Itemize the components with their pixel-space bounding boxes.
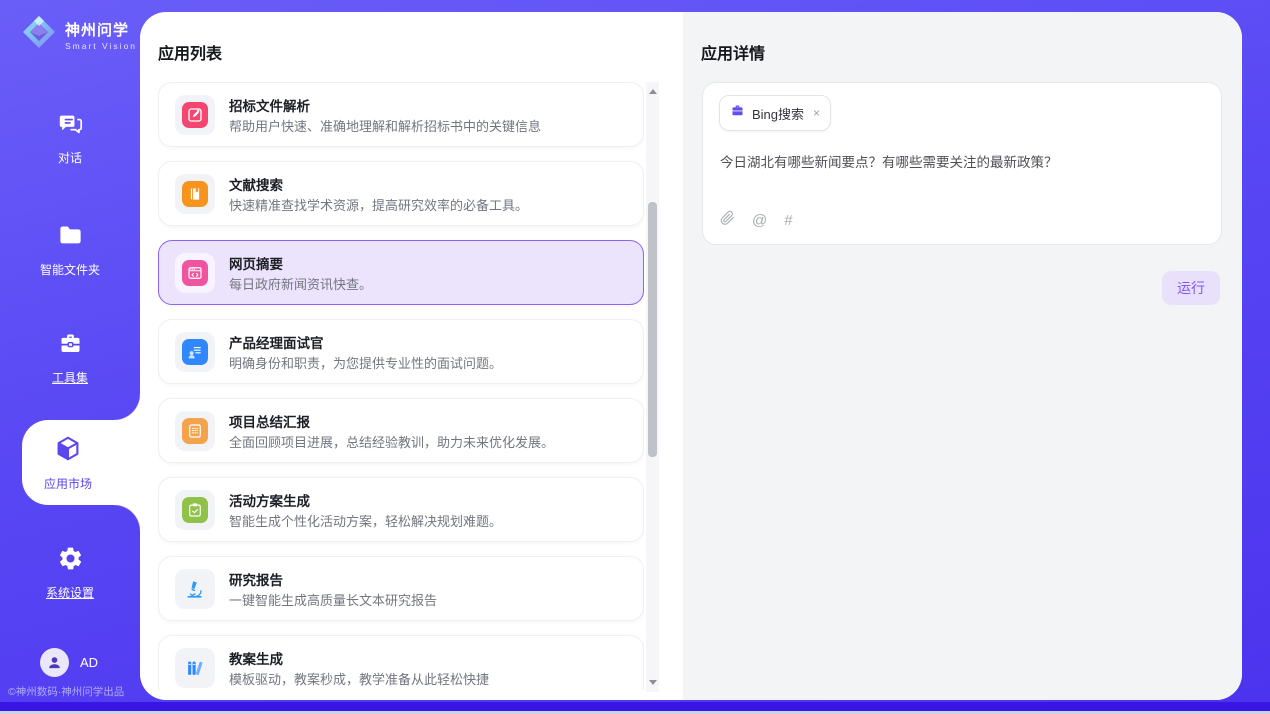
- app-card-tender-analysis[interactable]: 招标文件解析 帮助用户快速、准确地理解和解析招标书中的关键信息: [158, 82, 644, 147]
- app-card-title: 网页摘要: [229, 253, 283, 273]
- sidebar-item-toolset[interactable]: 工具集: [0, 330, 140, 386]
- paperclip-icon[interactable]: [720, 210, 735, 231]
- tool-tag-label: Bing搜索: [752, 104, 804, 123]
- sidebar-item-app-market[interactable]: 应用市场: [22, 420, 114, 505]
- hash-icon[interactable]: #: [784, 212, 792, 229]
- app-list-panel: 应用列表 招标文件解析 帮助用户快速、准确地理解和解析招标书中的关键信息: [140, 12, 683, 700]
- app-card-title: 项目总结汇报: [229, 411, 310, 431]
- scrollbar-thumb[interactable]: [648, 202, 657, 457]
- brand-name: 神州问学: [65, 19, 137, 40]
- query-text[interactable]: 今日湖北有哪些新闻要点？有哪些需要关注的最新政策？: [720, 153, 1200, 173]
- scroll-up-arrow[interactable]: [649, 89, 657, 94]
- pen-edit-icon: [175, 95, 215, 135]
- prompt-card: Bing搜索 × 今日湖北有哪些新闻要点？有哪些需要关注的最新政策？ @ #: [702, 82, 1222, 245]
- books-icon: [175, 648, 215, 688]
- gear-icon: [57, 545, 84, 577]
- app-card-research-report[interactable]: 研究报告 一键智能生成高质量长文本研究报告: [158, 556, 644, 621]
- app-card-desc: 明确身份和职责，为您提供专业性的面试问题。: [229, 353, 502, 372]
- app-list-title: 应用列表: [158, 40, 222, 64]
- sidebar-item-label: 系统设置: [46, 584, 94, 601]
- sidebar-item-chat[interactable]: 对话: [0, 110, 140, 166]
- sidebar-item-label: 智能文件夹: [40, 261, 100, 278]
- app-card-literature-search[interactable]: 文献搜索 快速精准查找学术资源，提高研究效率的必备工具。: [158, 161, 644, 226]
- copyright-text: ©神州数码·神州问学出品: [8, 684, 142, 699]
- sidebar-item-settings[interactable]: 系统设置: [0, 545, 140, 601]
- app-card-lesson-plan[interactable]: 教案生成 模板驱动，教案秒成，教学准备从此轻松快捷: [158, 635, 644, 690]
- at-mention-icon[interactable]: @: [752, 212, 767, 229]
- app-card-desc: 一键智能生成高质量长文本研究报告: [229, 590, 437, 609]
- tool-tag-bing-search[interactable]: Bing搜索 ×: [719, 95, 831, 131]
- main-content: 应用列表 招标文件解析 帮助用户快速、准确地理解和解析招标书中的关键信息: [140, 12, 1242, 700]
- app-detail-title: 应用详情: [701, 40, 765, 64]
- sidebar: 神州问学 Smart Vision 对话 智能文件夹: [0, 0, 140, 714]
- app-card-desc: 帮助用户快速、准确地理解和解析招标书中的关键信息: [229, 116, 541, 135]
- microscope-icon: [175, 569, 215, 609]
- app-card-title: 产品经理面试官: [229, 332, 324, 352]
- app-card-webpage-summary[interactable]: 网页摘要 每日政府新闻资讯快查。: [158, 240, 644, 305]
- run-button[interactable]: 运行: [1162, 271, 1220, 305]
- toolbox-icon: [57, 330, 84, 362]
- folder-icon: [57, 222, 84, 254]
- app-detail-panel: 应用详情 Bing搜索 × 今日湖北有哪些新闻要点？有哪些需要关注的最新政策？: [683, 12, 1242, 700]
- app-card-pm-interviewer[interactable]: 产品经理面试官 明确身份和职责，为您提供专业性的面试问题。: [158, 319, 644, 384]
- browser-code-icon: [175, 253, 215, 293]
- app-card-title: 招标文件解析: [229, 95, 310, 115]
- clipboard-check-icon: [175, 490, 215, 530]
- memo-doc-icon: [175, 411, 215, 451]
- app-card-list: 招标文件解析 帮助用户快速、准确地理解和解析招标书中的关键信息 文献搜索 快速精…: [158, 82, 644, 690]
- user-initials: AD: [80, 655, 98, 670]
- app-card-project-summary[interactable]: 项目总结汇报 全面回顾项目进展，总结经验教训，助力未来优化发展。: [158, 398, 644, 463]
- briefcase-icon: [730, 103, 745, 123]
- user-account[interactable]: AD: [40, 648, 98, 677]
- app-card-title: 文献搜索: [229, 174, 283, 194]
- scroll-down-arrow[interactable]: [649, 680, 657, 685]
- book-icon: [175, 174, 215, 214]
- avatar: [40, 648, 69, 677]
- attachment-toolbar: @ #: [720, 210, 793, 231]
- sidebar-item-label: 工具集: [52, 369, 88, 386]
- app-card-event-plan[interactable]: 活动方案生成 智能生成个性化活动方案，轻松解决规划难题。: [158, 477, 644, 542]
- tag-close-icon[interactable]: ×: [813, 106, 820, 120]
- sidebar-item-label: 应用市场: [44, 475, 92, 492]
- app-card-title: 研究报告: [229, 569, 283, 589]
- app-card-desc: 全面回顾项目进展，总结经验教训，助力未来优化发展。: [229, 432, 554, 451]
- app-card-desc: 快速精准查找学术资源，提高研究效率的必备工具。: [229, 195, 528, 214]
- app-card-title: 教案生成: [229, 648, 283, 668]
- diamond-logo-icon: [20, 13, 58, 56]
- sidebar-item-label: 对话: [58, 149, 82, 166]
- cube-icon: [53, 434, 83, 469]
- chat-icon: [57, 110, 84, 142]
- app-card-title: 活动方案生成: [229, 490, 310, 510]
- resume-person-icon: [175, 332, 215, 372]
- brand-logo: 神州问学 Smart Vision: [20, 13, 137, 56]
- app-card-desc: 智能生成个性化活动方案，轻松解决规划难题。: [229, 511, 502, 530]
- sidebar-item-smart-folder[interactable]: 智能文件夹: [0, 222, 140, 278]
- app-card-desc: 每日政府新闻资讯快查。: [229, 274, 372, 293]
- brand-tagline: Smart Vision: [65, 41, 137, 51]
- app-card-desc: 模板驱动，教案秒成，教学准备从此轻松快捷: [229, 669, 489, 688]
- list-scrollbar[interactable]: [646, 82, 659, 692]
- sidebar-active-tab-app-market: 应用市场: [22, 420, 140, 505]
- bottom-accent-strip: [0, 702, 1270, 711]
